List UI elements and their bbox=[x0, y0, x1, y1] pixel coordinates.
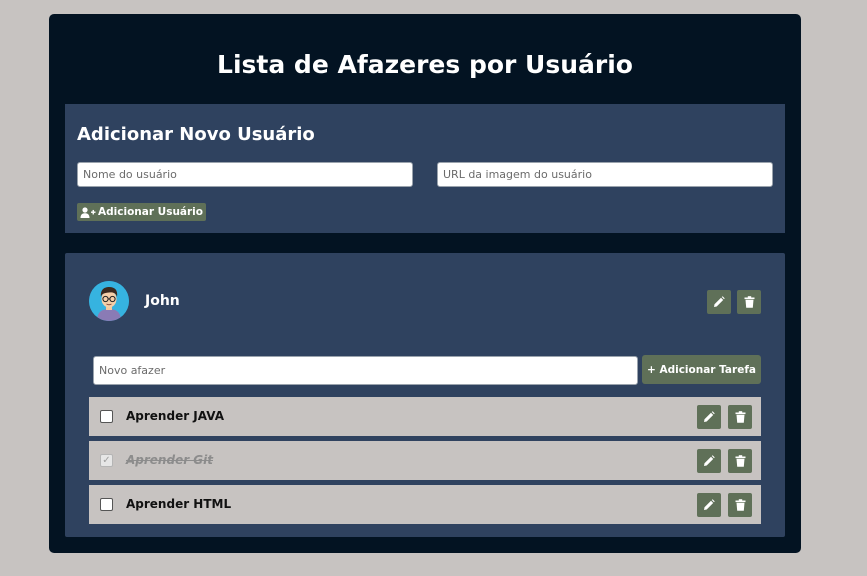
user-name: John bbox=[145, 293, 180, 309]
task-checkbox[interactable] bbox=[100, 498, 113, 511]
add-user-button-label: Adicionar Usuário bbox=[98, 206, 203, 218]
user-image-url-input[interactable] bbox=[437, 162, 773, 187]
app-container: Lista de Afazeres por Usuário Adicionar … bbox=[49, 14, 801, 553]
pencil-icon bbox=[714, 296, 725, 307]
task-label: Aprender HTML bbox=[126, 497, 232, 511]
new-todo-input[interactable] bbox=[93, 356, 638, 385]
edit-task-button[interactable] bbox=[697, 405, 721, 429]
pencil-icon bbox=[704, 499, 715, 510]
task-label: Aprender JAVA bbox=[126, 409, 224, 423]
edit-task-button[interactable] bbox=[697, 449, 721, 473]
task-label: Aprender Git bbox=[126, 453, 213, 467]
user-name-input[interactable] bbox=[77, 162, 413, 187]
user-card: John + Adicionar Tarefa Aprender JAVA bbox=[65, 253, 785, 537]
page-title: Lista de Afazeres por Usuário bbox=[217, 50, 633, 79]
pencil-icon bbox=[704, 455, 715, 466]
edit-task-button[interactable] bbox=[697, 493, 721, 517]
delete-task-button[interactable] bbox=[728, 449, 752, 473]
delete-task-button[interactable] bbox=[728, 405, 752, 429]
trash-icon bbox=[735, 455, 745, 467]
add-user-section-title: Adicionar Novo Usuário bbox=[77, 124, 315, 145]
trash-icon bbox=[735, 499, 745, 511]
user-plus-icon bbox=[80, 206, 96, 218]
trash-icon bbox=[744, 296, 754, 308]
task-row: Aprender HTML bbox=[89, 485, 761, 524]
add-user-button[interactable]: Adicionar Usuário bbox=[77, 203, 206, 221]
edit-user-button[interactable] bbox=[707, 290, 731, 314]
delete-task-button[interactable] bbox=[728, 493, 752, 517]
add-task-button[interactable]: + Adicionar Tarefa bbox=[642, 355, 761, 384]
trash-icon bbox=[735, 411, 745, 423]
user-avatar bbox=[89, 281, 129, 321]
add-user-panel: Adicionar Novo Usuário Adicionar Usuário bbox=[65, 104, 785, 233]
pencil-icon bbox=[704, 411, 715, 422]
task-checkbox[interactable] bbox=[100, 410, 113, 423]
delete-user-button[interactable] bbox=[737, 290, 761, 314]
task-row: Aprender JAVA bbox=[89, 397, 761, 436]
task-row: ✓ Aprender Git bbox=[89, 441, 761, 480]
task-checkbox-checked[interactable]: ✓ bbox=[100, 454, 113, 467]
